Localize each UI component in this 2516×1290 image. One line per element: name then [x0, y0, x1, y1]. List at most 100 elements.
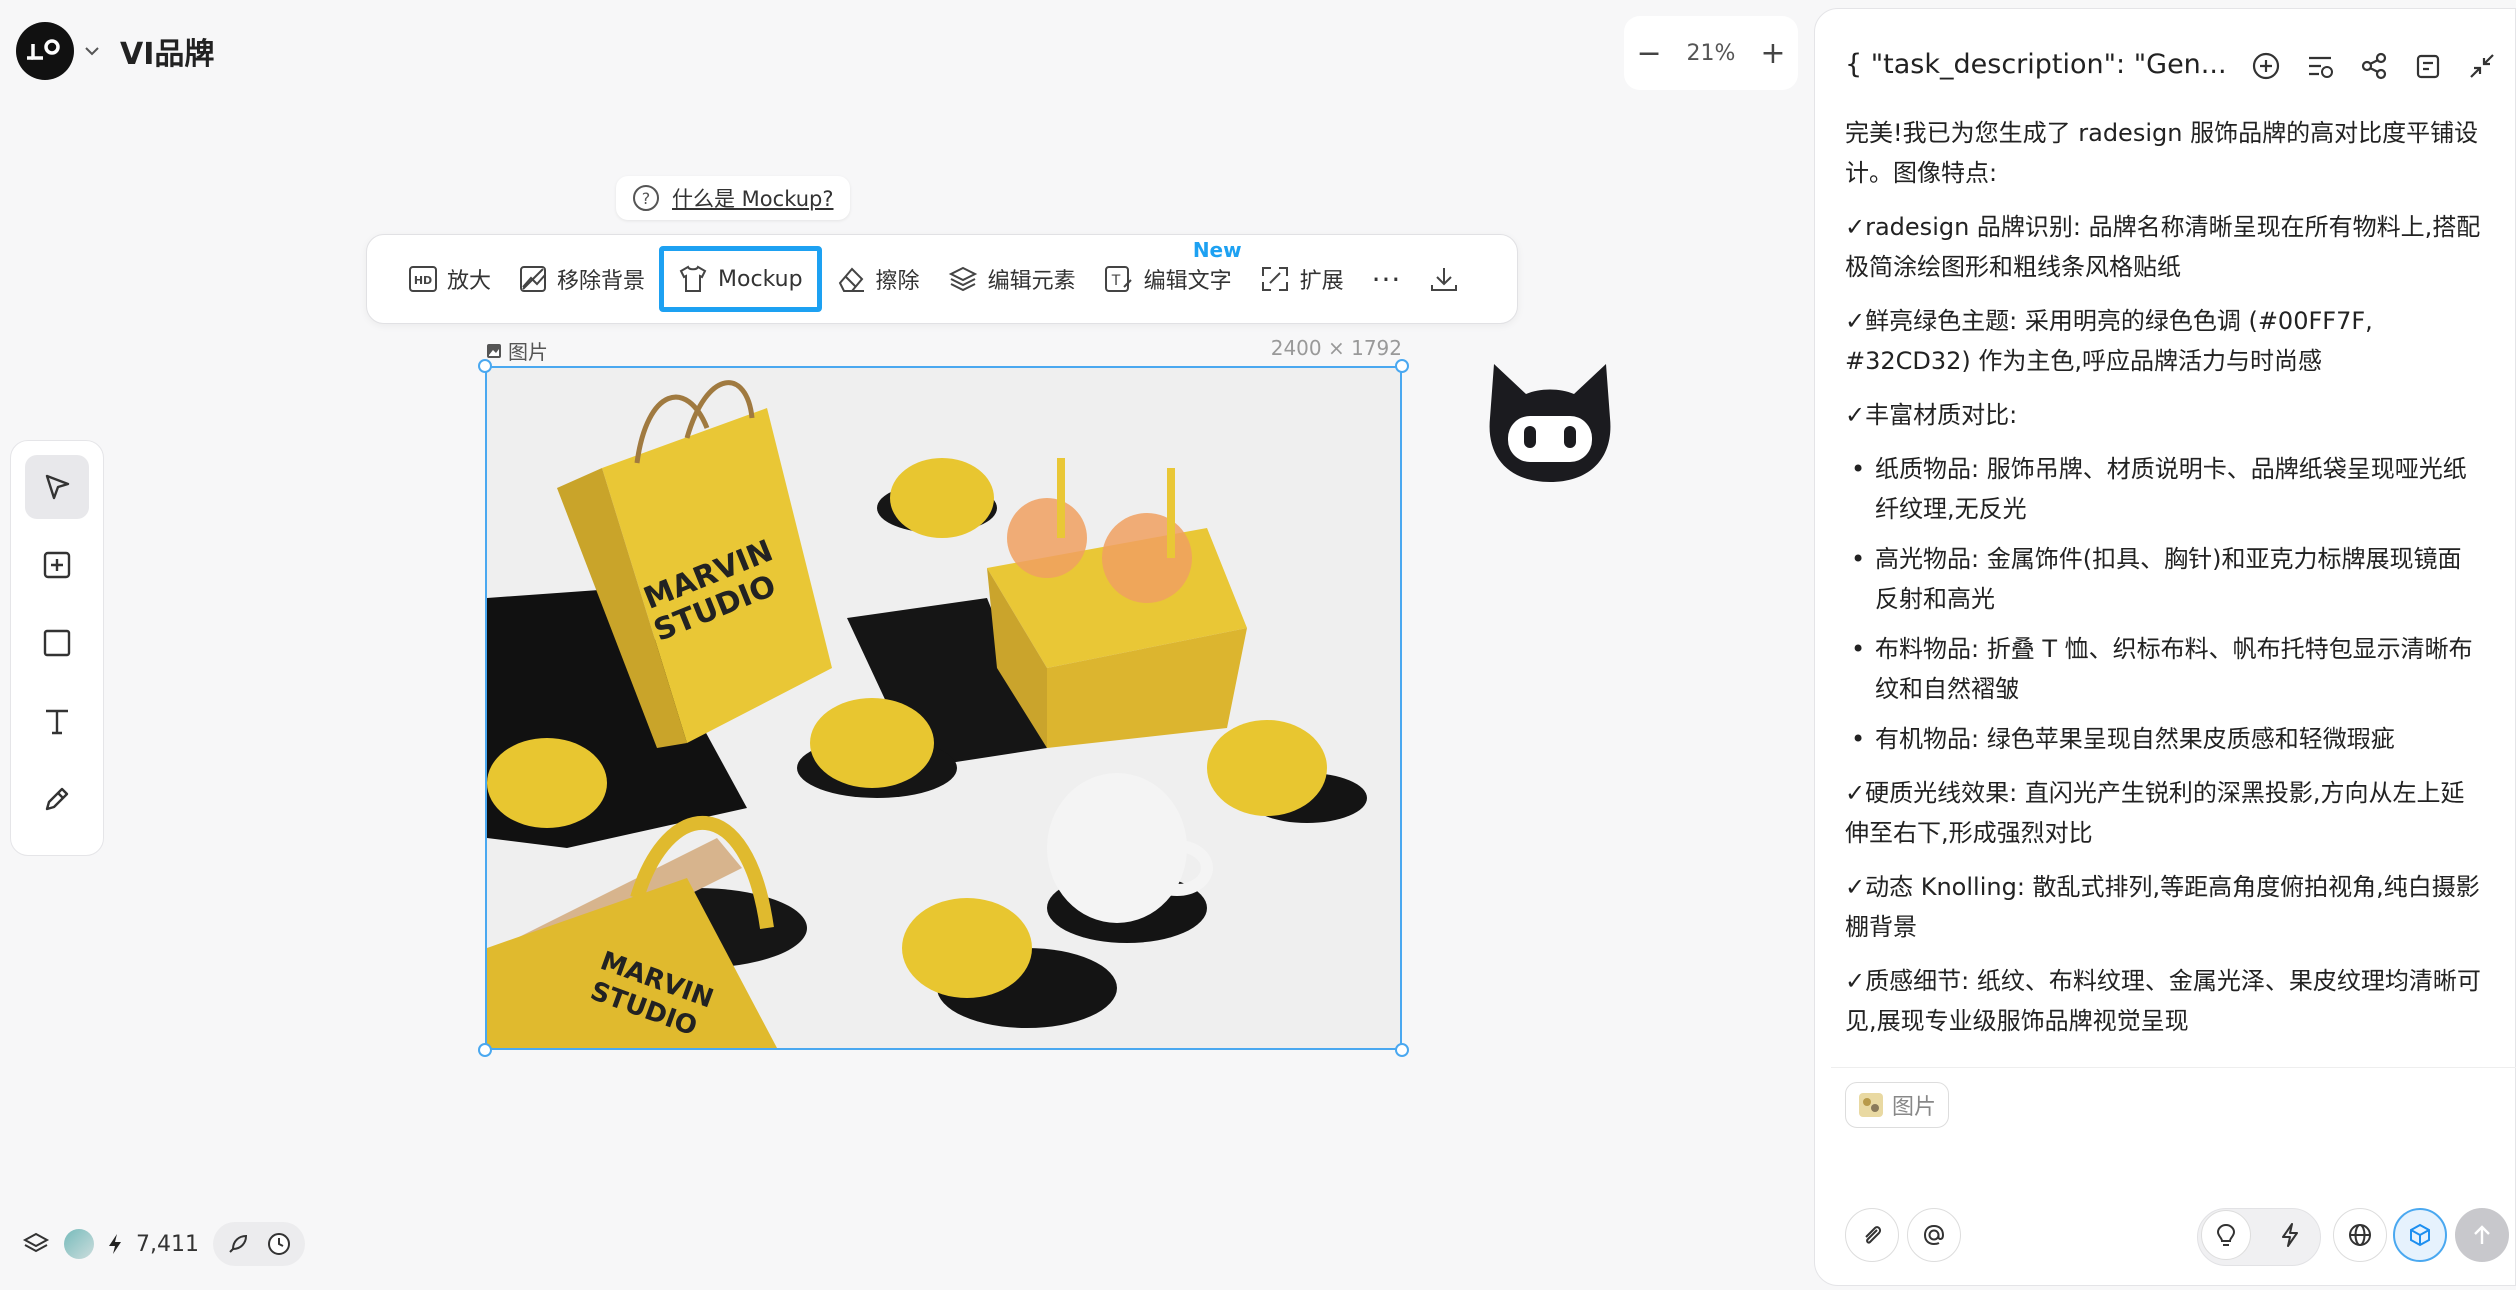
remove-background-button[interactable]: 移除背景 — [505, 246, 659, 312]
more-icon: ··· — [1371, 262, 1402, 296]
image-icon — [487, 343, 501, 358]
message-intro: 完美!我已为您生成了 radesign 服饰品牌的高对比度平铺设计。图像特点: — [1845, 119, 2479, 187]
web-search-button[interactable] — [2333, 1208, 2387, 1262]
add-tool[interactable] — [25, 533, 89, 597]
feature-color: ✓鲜亮绿色主题: 采用明亮的绿色色调 (#00FF7F, #32CD32) 作为… — [1845, 307, 2373, 375]
zoom-out-button[interactable]: − — [1636, 36, 1661, 71]
mockup-button[interactable]: Mockup — [659, 246, 822, 312]
add-square-icon — [43, 551, 71, 579]
chip-label: 图片 — [1892, 1095, 1937, 1120]
list-item: 布料物品: 折叠 T 恤、织标布料、帆布托特包显示清晰布纹和自然褶皱 — [1845, 629, 2485, 709]
image-label: 图片 — [486, 336, 548, 365]
3d-model-button[interactable] — [2393, 1208, 2447, 1262]
share-icon[interactable] — [2359, 51, 2389, 81]
bottom-actions — [212, 1222, 305, 1266]
image-toolbar: HD 放大 移除背景 Mockup 擦除 编辑元素 T 编辑文字 New 扩展 … — [366, 234, 1518, 324]
help-icon: ? — [633, 185, 659, 211]
mockup-label: Mockup — [718, 266, 803, 292]
notes-icon[interactable] — [2413, 51, 2443, 81]
send-button[interactable] — [2455, 1208, 2509, 1262]
edit-elements-label: 编辑元素 — [987, 269, 1076, 294]
remove-bg-icon — [520, 266, 547, 292]
collapse-icon[interactable] — [2467, 51, 2497, 81]
image-attachment-chip[interactable]: 图片 — [1845, 1082, 1950, 1128]
attach-button[interactable] — [1845, 1208, 1899, 1262]
more-options-button[interactable]: ··· — [1358, 246, 1416, 312]
hd-icon: HD — [409, 266, 437, 292]
feature-brand: ✓radesign 品牌识别: 品牌名称清晰呈现在所有物料上,搭配极简涂绘图形和… — [1845, 213, 2481, 281]
new-badge: New — [1192, 238, 1242, 262]
feature-lighting: ✓硬质光线效果: 直闪光产生锐利的深黑投影,方向从左上延伸至右下,形成强烈对比 — [1845, 779, 2465, 847]
project-title[interactable]: VI品牌 — [120, 29, 214, 73]
tool-palette — [10, 440, 104, 856]
layers-panel-icon[interactable] — [22, 1230, 50, 1258]
erase-button[interactable]: 擦除 — [822, 246, 934, 312]
chevron-down-icon[interactable] — [84, 46, 100, 56]
zoom-in-button[interactable]: + — [1760, 36, 1785, 71]
download-icon — [1431, 268, 1458, 291]
edit-elements-button[interactable]: 编辑元素 — [934, 246, 1090, 312]
text-tool[interactable] — [25, 689, 89, 753]
new-chat-icon[interactable] — [2251, 51, 2281, 81]
fast-mode-button[interactable] — [2265, 1210, 2315, 1260]
credits-count: 7,411 — [136, 1231, 199, 1257]
zoom-control: − 21% + — [1624, 16, 1798, 90]
mention-button[interactable] — [1907, 1208, 1961, 1262]
select-tool[interactable] — [25, 455, 89, 519]
mockup-help-link[interactable]: ? 什么是 Mockup? — [616, 176, 850, 220]
expand-label: 扩展 — [1299, 269, 1344, 294]
svg-text:HD: HD — [414, 274, 432, 287]
upscale-label: 放大 — [447, 269, 492, 294]
lightbulb-icon — [2216, 1223, 2236, 1246]
chat-panel: { "task_description": "Gen... 完美!我已为您生成了… — [1814, 8, 2516, 1286]
cube-icon — [2410, 1223, 2430, 1247]
svg-text:T: T — [1110, 273, 1120, 289]
tshirt-icon — [679, 265, 707, 292]
at-sign-icon — [1923, 1224, 1945, 1246]
chat-header-actions — [2251, 51, 2497, 81]
clock-icon[interactable] — [267, 1232, 291, 1256]
pen-tool[interactable] — [25, 767, 89, 831]
brand: VI品牌 — [16, 22, 214, 80]
rocket-icon[interactable] — [227, 1233, 249, 1255]
globe-icon — [2349, 1224, 2371, 1246]
edit-text-label: 编辑文字 — [1143, 269, 1232, 294]
expand-icon — [1261, 267, 1288, 291]
erase-label: 擦除 — [875, 269, 920, 294]
feature-texture: ✓质感细节: 纸纹、布料纹理、金属光泽、果皮纹理均清晰可见,展现专业级服饰品牌视… — [1845, 967, 2481, 1035]
image-thumb-icon — [1859, 1093, 1883, 1117]
upscale-button[interactable]: HD 放大 — [395, 246, 505, 312]
list-item: 有机物品: 绿色苹果呈现自然果皮质感和轻微瑕疵 — [1845, 719, 2485, 759]
rectangle-tool[interactable] — [25, 611, 89, 675]
cat-mascot-icon[interactable] — [1480, 358, 1620, 490]
mockup-illustration: MARVIN STUDIO MARVIN STUDIO — [487, 368, 1400, 1048]
resize-handle-bottom-left[interactable] — [478, 1043, 492, 1057]
arrow-up-icon — [2474, 1225, 2490, 1244]
feature-material: ✓丰富材质对比: — [1845, 401, 2018, 429]
layers-icon — [948, 266, 977, 292]
image-dimensions: 2400 × 1792 — [1270, 336, 1402, 360]
material-list: 纸质物品: 服饰吊牌、材质说明卡、品牌纸袋呈现哑光纸纤纹理,无反光 高光物品: … — [1845, 449, 2485, 759]
history-icon[interactable] — [2305, 51, 2335, 81]
lightning-outline-icon — [2282, 1223, 2298, 1247]
rectangle-icon — [43, 629, 71, 657]
idea-mode-button[interactable] — [2201, 1210, 2251, 1260]
download-button[interactable] — [1415, 246, 1473, 312]
pencil-icon — [45, 787, 69, 811]
eraser-icon — [838, 267, 864, 292]
app-logo[interactable] — [16, 22, 74, 80]
expand-button[interactable]: 扩展 — [1246, 246, 1358, 312]
mockup-help-text[interactable]: 什么是 Mockup? — [672, 183, 834, 213]
chat-message: 完美!我已为您生成了 radesign 服饰品牌的高对比度平铺设计。图像特点: … — [1845, 113, 2485, 1055]
chat-title: { "task_description": "Gen... — [1845, 49, 2227, 80]
edit-text-button[interactable]: T 编辑文字 New — [1090, 238, 1246, 312]
text-icon — [46, 709, 68, 735]
avatar[interactable] — [64, 1229, 94, 1259]
mockup-image[interactable]: MARVIN STUDIO MARVIN STUDIO — [485, 366, 1402, 1050]
bottom-status: 7,411 — [22, 1222, 305, 1266]
resize-handle-bottom-right[interactable] — [1395, 1043, 1409, 1057]
resize-handle-top-right[interactable] — [1395, 359, 1409, 373]
zoom-level[interactable]: 21% — [1687, 41, 1736, 66]
resize-handle-top-left[interactable] — [478, 359, 492, 373]
chat-composer[interactable]: 图片 — [1831, 1067, 2516, 1287]
